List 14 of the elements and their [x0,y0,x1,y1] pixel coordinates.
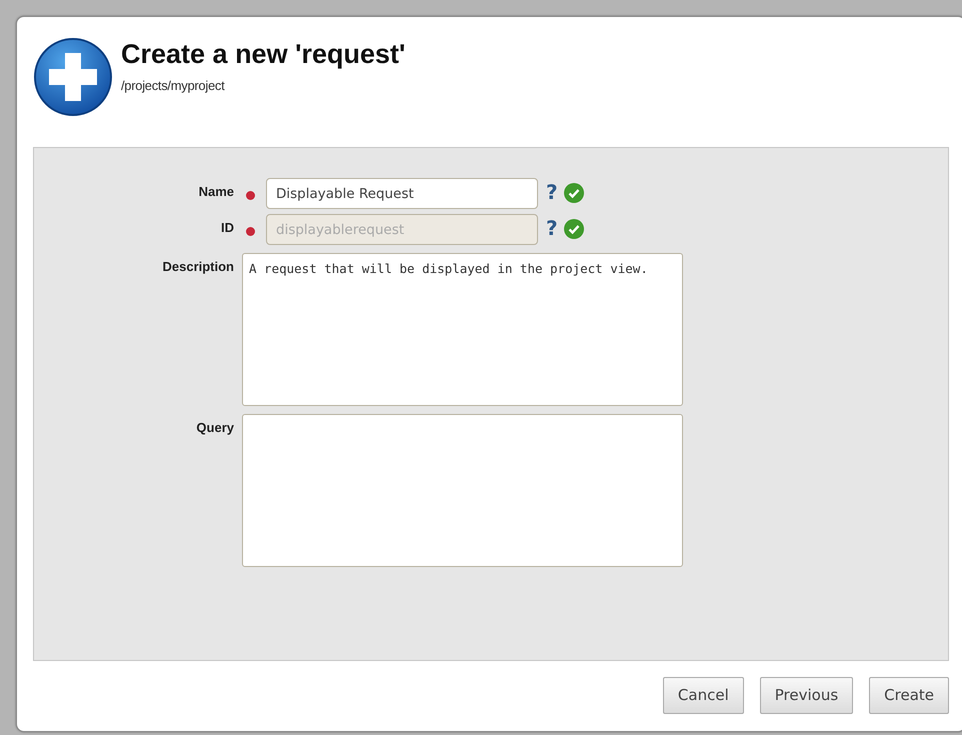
dialog-button[interactable]: Previous [760,677,854,714]
add-icon [33,37,113,117]
field-label: Query [195,419,234,437]
field-label: ID [220,219,234,237]
dialog-button[interactable]: Cancel [662,677,744,714]
help-link[interactable]: ? [546,182,558,202]
field-label: Description [161,258,234,276]
field-label: Name [198,183,234,201]
text-area[interactable] [242,414,683,567]
dialog-button[interactable]: Create [869,677,949,714]
project-path: /projects/myproject [121,77,226,95]
dialog-title: Create a new 'request' [121,41,406,68]
text-field[interactable]: Displayable Request [266,178,538,209]
text-area[interactable]: A request that will be displayed in the project view. [242,253,683,406]
